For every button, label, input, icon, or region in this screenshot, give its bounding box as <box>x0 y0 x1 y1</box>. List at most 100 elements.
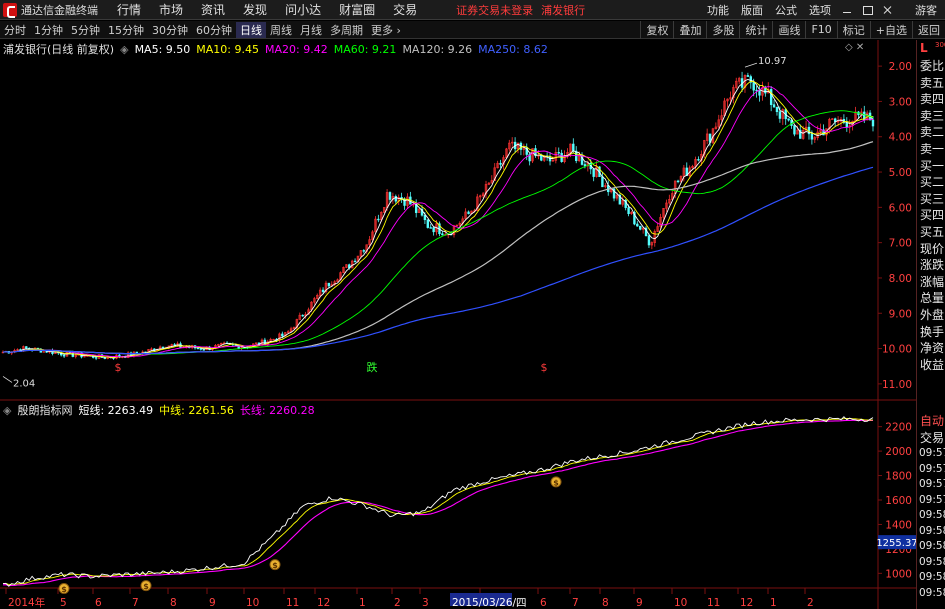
period-15min[interactable]: 15分钟 <box>104 22 148 38</box>
indicator-toggle-icon[interactable]: ◈ <box>3 404 11 417</box>
indicator-lines <box>2 416 874 587</box>
chart-area[interactable]: 11.00 10.00 9.00 8.00 7.00 6.00 5.00 4.00 3.00 2.… <box>0 40 916 609</box>
menu-item-trade[interactable]: 交易 <box>384 1 426 18</box>
candle-body <box>746 75 750 77</box>
candle-body <box>377 218 380 221</box>
period-weekly[interactable]: 周线 <box>266 22 296 38</box>
coin-marker-symbol: $ <box>143 582 149 591</box>
candle-body <box>639 225 642 230</box>
price-tick-label: 10.00 <box>882 344 912 356</box>
candle-body <box>161 346 165 349</box>
indicator-title: 殷朗指标网 <box>17 404 73 417</box>
price-tick-label: 2.00 <box>889 61 912 73</box>
period-monthly[interactable]: 月线 <box>296 22 326 38</box>
period-timeshare[interactable]: 分时 <box>0 22 30 38</box>
candle-body <box>362 250 366 252</box>
f10-button[interactable]: F10 <box>805 20 836 39</box>
field-net-asset: 净资 <box>920 341 945 356</box>
period-multi[interactable]: 多周期 <box>326 22 367 38</box>
legend-long: 长线: 2260.28 <box>239 404 315 417</box>
coin-marker-symbol: $ <box>272 561 278 570</box>
date-label: 10 <box>246 597 259 609</box>
period-1min[interactable]: 1分钟 <box>30 22 67 38</box>
diamond-icon[interactable]: ◇ <box>845 42 853 53</box>
candle-body <box>627 207 630 214</box>
statistics-button[interactable]: 统计 <box>739 20 772 39</box>
period-toolbar: 分时 1分钟 5分钟 15分钟 30分钟 60分钟 日线 周线 月线 多周期 更… <box>0 20 945 39</box>
draw-line-button[interactable]: 画线 <box>772 20 805 39</box>
current-stock: 浦发银行 <box>541 3 586 17</box>
auto-trade-label[interactable]: 自动 <box>917 413 945 430</box>
low-pointer <box>2 376 13 383</box>
mark-button[interactable]: 标记 <box>836 20 870 39</box>
price-tick-label: 5.00 <box>889 167 912 179</box>
candle-body <box>772 104 776 108</box>
field-commission-ratio: 委比 <box>920 59 945 73</box>
date-label: 9 <box>636 597 643 609</box>
period-60min[interactable]: 60分钟 <box>192 22 236 38</box>
price-tick-label: 7.00 <box>889 238 912 250</box>
menu-item-quotes[interactable]: 行情 <box>108 1 150 18</box>
price-tick-label: 6.00 <box>889 202 912 214</box>
legend-short: 短线: 2263.49 <box>78 404 154 417</box>
period-5min[interactable]: 5分钟 <box>67 22 104 38</box>
menu-bar: 通达信金融终端 行情 市场 资讯 发现 问小达 财富圈 交易 证券交易未登录 浦… <box>0 0 945 20</box>
menu-item-formula[interactable]: 公式 <box>769 2 803 18</box>
candle-body <box>540 155 543 161</box>
period-more[interactable]: 更多 › <box>367 22 405 38</box>
date-label: 6 <box>95 597 102 609</box>
date-label: 2 <box>394 597 401 609</box>
level-badge[interactable]: L 300 <box>917 41 945 57</box>
date-label: 12 <box>740 597 753 609</box>
period-daily[interactable]: 日线 <box>236 21 266 38</box>
field-volume: 总量 <box>920 291 945 306</box>
menu-item-market[interactable]: 市场 <box>150 1 192 18</box>
back-button[interactable]: 返回 <box>912 20 945 39</box>
indicator-legend: ◈ 殷朗指标网 短线: 2263.49 中线: 2261.56 长线: 2260… <box>3 402 321 418</box>
menu-item-news[interactable]: 资讯 <box>192 1 234 18</box>
add-watchlist-button[interactable]: +自选 <box>869 20 912 39</box>
trade-time: 09:58 <box>919 586 945 599</box>
candle-body <box>592 168 595 177</box>
menu-item-wealth[interactable]: 财富圈 <box>330 1 384 18</box>
legend-ma5: MA5: 9.50 <box>134 42 191 56</box>
chevron-right-icon: › <box>396 23 401 37</box>
long-line <box>2 419 873 587</box>
maximize-icon[interactable] <box>858 2 876 18</box>
price-tick-label: 4.00 <box>889 132 912 144</box>
candle-body <box>793 125 796 135</box>
trade-time: 09:57 <box>919 447 945 460</box>
menu-item-layout[interactable]: 版面 <box>735 2 769 18</box>
trade-time: 09:58 <box>919 571 945 584</box>
menu-item-options[interactable]: 选项 <box>803 2 837 18</box>
close-panel-icon[interactable]: ✕ <box>856 42 864 53</box>
date-label: 7 <box>572 597 579 609</box>
price-tick-label: 8.00 <box>889 273 912 285</box>
guest-user[interactable]: 游客 <box>915 2 937 18</box>
field-earnings: 收益 <box>920 357 945 372</box>
price-tick-label: 3.00 <box>889 96 912 108</box>
adjust-button[interactable]: 复权 <box>640 20 673 39</box>
trade-time: 09:58 <box>919 524 945 537</box>
moving-average-lines <box>2 79 874 359</box>
menu-item-ask[interactable]: 问小达 <box>276 1 330 18</box>
low-label: 2.04 <box>13 378 35 389</box>
signal-marker: $ <box>115 361 122 374</box>
login-alert[interactable]: 证券交易未登录 <box>456 2 533 18</box>
menu-item-function[interactable]: 功能 <box>701 2 735 18</box>
overlay-button[interactable]: 叠加 <box>673 20 706 39</box>
legend-collapse-icon[interactable]: ◈ <box>120 43 128 56</box>
candle-body <box>62 354 66 357</box>
field-price: 现价 <box>920 241 945 256</box>
multi-stock-button[interactable]: 多股 <box>706 20 739 39</box>
trade-label[interactable]: 交易 <box>917 430 945 447</box>
indicator-tick-label: 1000 <box>885 568 912 580</box>
ma120-line <box>2 141 874 355</box>
date-label: 8 <box>602 597 609 609</box>
menu-item-discover[interactable]: 发现 <box>234 1 276 18</box>
minimize-icon[interactable] <box>838 2 856 18</box>
close-icon[interactable] <box>878 2 896 18</box>
period-30min[interactable]: 30分钟 <box>148 22 192 38</box>
candle-body <box>845 122 849 128</box>
field-change: 涨跌 <box>920 258 945 273</box>
